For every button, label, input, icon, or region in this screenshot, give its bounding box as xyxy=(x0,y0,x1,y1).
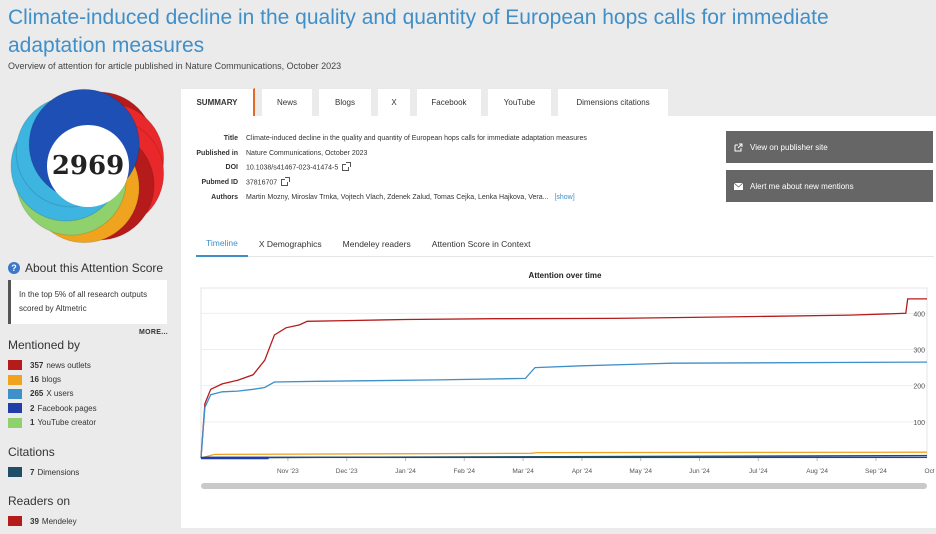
attention-over-time-chart[interactable]: 100 200 300 400 Nov '23 Dec '23 Jan '24 Feb '24… xyxy=(196,283,934,483)
external-link-icon xyxy=(281,177,291,187)
subtab-score-context[interactable]: Attention Score in Context xyxy=(422,231,541,257)
source-label: news outlets xyxy=(46,360,91,370)
source-label: blogs xyxy=(41,375,62,385)
y-tick-label: 400 xyxy=(913,311,925,318)
citations-list: 7 Dimensions xyxy=(8,465,79,479)
source-label: Facebook pages xyxy=(37,403,97,413)
source-youtube[interactable]: 1 YouTube creator xyxy=(8,416,97,430)
x-tick-label: Oct '24 xyxy=(925,468,934,475)
x-tick-label: Jan '24 xyxy=(395,468,416,475)
mentioned-by-heading: Mentioned by xyxy=(8,338,81,352)
news-swatch xyxy=(8,360,22,371)
x-tick-label: Nov '23 xyxy=(277,468,299,475)
source-count: 357 xyxy=(30,360,44,370)
x-tick-label: May '24 xyxy=(629,468,652,475)
attention-score: 2969 xyxy=(51,151,125,181)
alert-mentions-button[interactable]: Alert me about new mentions xyxy=(726,170,933,202)
source-label: YouTube creator xyxy=(37,418,97,428)
chart-scrollbar[interactable] xyxy=(201,483,927,489)
source-count: 265 xyxy=(30,389,44,399)
subtab-x-demographics[interactable]: X Demographics xyxy=(249,231,332,257)
alert-mentions-label: Alert me about new mentions xyxy=(750,181,854,191)
doi-label: DOI xyxy=(225,164,238,172)
citations-heading: Citations xyxy=(8,445,55,459)
x-tick-label: Aug '24 xyxy=(806,468,828,475)
subtab-mendeley-readers[interactable]: Mendeley readers xyxy=(333,231,421,257)
pubmed-label: Pubmed ID xyxy=(201,179,238,187)
title-value: Climate-induced decline in the quality a… xyxy=(246,134,587,142)
source-blogs[interactable]: 16 blogs xyxy=(8,372,97,386)
authors-value: Martin Mozny, Miroslav Trnka, Vojtech Vl… xyxy=(246,194,549,202)
y-tick-label: 300 xyxy=(913,347,925,354)
article-subtitle: Overview of attention for article publis… xyxy=(8,61,342,71)
dimensions-swatch xyxy=(8,467,22,478)
view-publisher-button[interactable]: View on publisher site xyxy=(726,131,933,163)
source-x[interactable]: 265 X users xyxy=(8,387,97,401)
show-authors-link[interactable]: [show] xyxy=(554,194,574,201)
tab-dimensions-citations[interactable]: Dimensions citations xyxy=(558,88,668,116)
youtube-swatch xyxy=(8,417,22,428)
x-tick-label: Apr '24 xyxy=(572,468,593,475)
article-title: Climate-induced decline in the quality a… xyxy=(8,6,829,57)
article-metadata: Title Climate-induced decline in the qual… xyxy=(196,131,587,205)
source-label: Dimensions xyxy=(37,467,80,477)
authors-label: Authors xyxy=(211,194,238,202)
subtab-timeline[interactable]: Timeline xyxy=(196,231,248,257)
source-news[interactable]: 357 news outlets xyxy=(8,358,97,372)
readers-heading: Readers on xyxy=(8,494,71,508)
external-link-icon xyxy=(734,143,743,152)
pubmed-value: 37816707 xyxy=(246,179,278,187)
score-context-box: In the top 5% of all research outputs sc… xyxy=(8,280,167,324)
y-tick-label: 200 xyxy=(913,384,925,391)
detail-subtabs: Timeline X Demographics Mendeley readers… xyxy=(196,231,934,257)
source-dimensions[interactable]: 7 Dimensions xyxy=(8,465,79,479)
source-facebook[interactable]: 2 Facebook pages xyxy=(8,401,97,415)
more-link[interactable]: MORE... xyxy=(139,329,168,336)
published-label: Published in xyxy=(196,149,238,157)
chart-title: Attention over time xyxy=(528,271,602,280)
title-label: Title xyxy=(223,134,238,142)
doi-link[interactable]: 10.1038/s41467-023-41474-5 xyxy=(246,162,352,172)
x-swatch xyxy=(8,388,22,399)
x-tick-label: Jul '24 xyxy=(749,468,768,475)
pubmed-link[interactable]: 37816707 xyxy=(246,177,291,187)
blogs-swatch xyxy=(8,374,22,385)
about-attention-score[interactable]: ? About this Attention Score xyxy=(8,261,163,275)
tab-youtube[interactable]: YouTube xyxy=(488,88,551,116)
source-count: 2 xyxy=(30,403,35,413)
envelope-icon xyxy=(734,182,743,191)
tab-x[interactable]: X xyxy=(378,88,410,116)
source-label: X users xyxy=(46,389,74,399)
series-line[interactable] xyxy=(200,298,927,459)
mentioned-list: 357 news outlets 16 blogs 265 X users 2 Face… xyxy=(8,358,97,430)
question-circle-icon: ? xyxy=(8,262,20,274)
x-tick-label: Jun '24 xyxy=(689,468,710,475)
x-tick-label: Dec '23 xyxy=(336,468,358,475)
source-count: 16 xyxy=(30,375,39,385)
x-tick-label: Mar '24 xyxy=(512,468,534,475)
source-count: 39 xyxy=(30,516,39,526)
x-tick-label: Feb '24 xyxy=(454,468,476,475)
tab-summary[interactable]: SUMMARY xyxy=(181,88,255,116)
published-value: Nature Communications, October 2023 xyxy=(246,149,368,157)
y-tick-label: 100 xyxy=(913,420,925,427)
x-tick-label: Sep '24 xyxy=(865,468,887,475)
source-mendeley[interactable]: 39 Mendeley xyxy=(8,514,77,528)
altmetric-donut[interactable]: 2969 xyxy=(8,86,168,246)
source-count: 1 xyxy=(30,418,35,428)
facebook-swatch xyxy=(8,403,22,414)
about-label: About this Attention Score xyxy=(25,261,164,275)
mendeley-swatch xyxy=(8,516,22,527)
source-label: Mendeley xyxy=(41,516,77,526)
series-line[interactable] xyxy=(200,361,928,459)
view-publisher-label: View on publisher site xyxy=(750,142,828,152)
tab-news[interactable]: News xyxy=(262,88,312,116)
external-link-icon xyxy=(342,162,352,172)
doi-value: 10.1038/s41467-023-41474-5 xyxy=(246,164,339,172)
tab-blogs[interactable]: Blogs xyxy=(319,88,371,116)
tab-facebook[interactable]: Facebook xyxy=(417,88,481,116)
source-count: 7 xyxy=(30,467,35,477)
tab-bar: SUMMARY News Blogs X Facebook YouTube Di… xyxy=(181,88,675,116)
readers-list: 39 Mendeley xyxy=(8,514,77,528)
